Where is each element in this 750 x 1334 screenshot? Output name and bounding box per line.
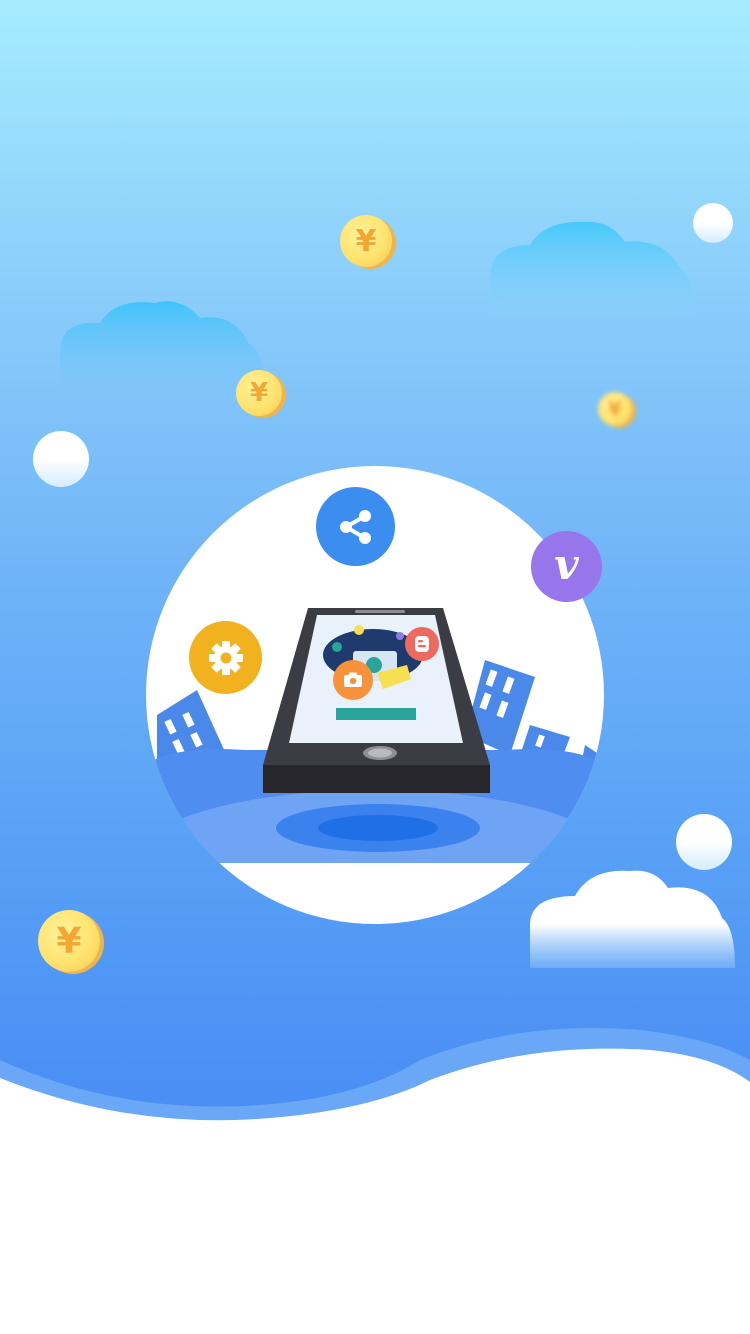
cloud-left [60,301,265,388]
bubble [33,431,89,487]
vimeo-icon[interactable]: v [531,531,602,602]
cloud-right [490,221,695,315]
coin-icon: ¥ [38,910,100,972]
bubble [676,814,732,870]
splash-screen: ¥ ¥ ¥ ¥ v [0,0,750,1334]
blogger-icon [405,627,439,661]
coin-icon: ¥ [236,370,282,416]
share-icon[interactable] [316,487,395,566]
coin-icon: ¥ [598,392,632,426]
bottom-wave [0,1028,750,1334]
camera-icon [333,660,373,700]
settings-gear-icon[interactable] [189,621,262,694]
bubble [693,203,733,243]
coin-icon: ¥ [340,215,392,267]
